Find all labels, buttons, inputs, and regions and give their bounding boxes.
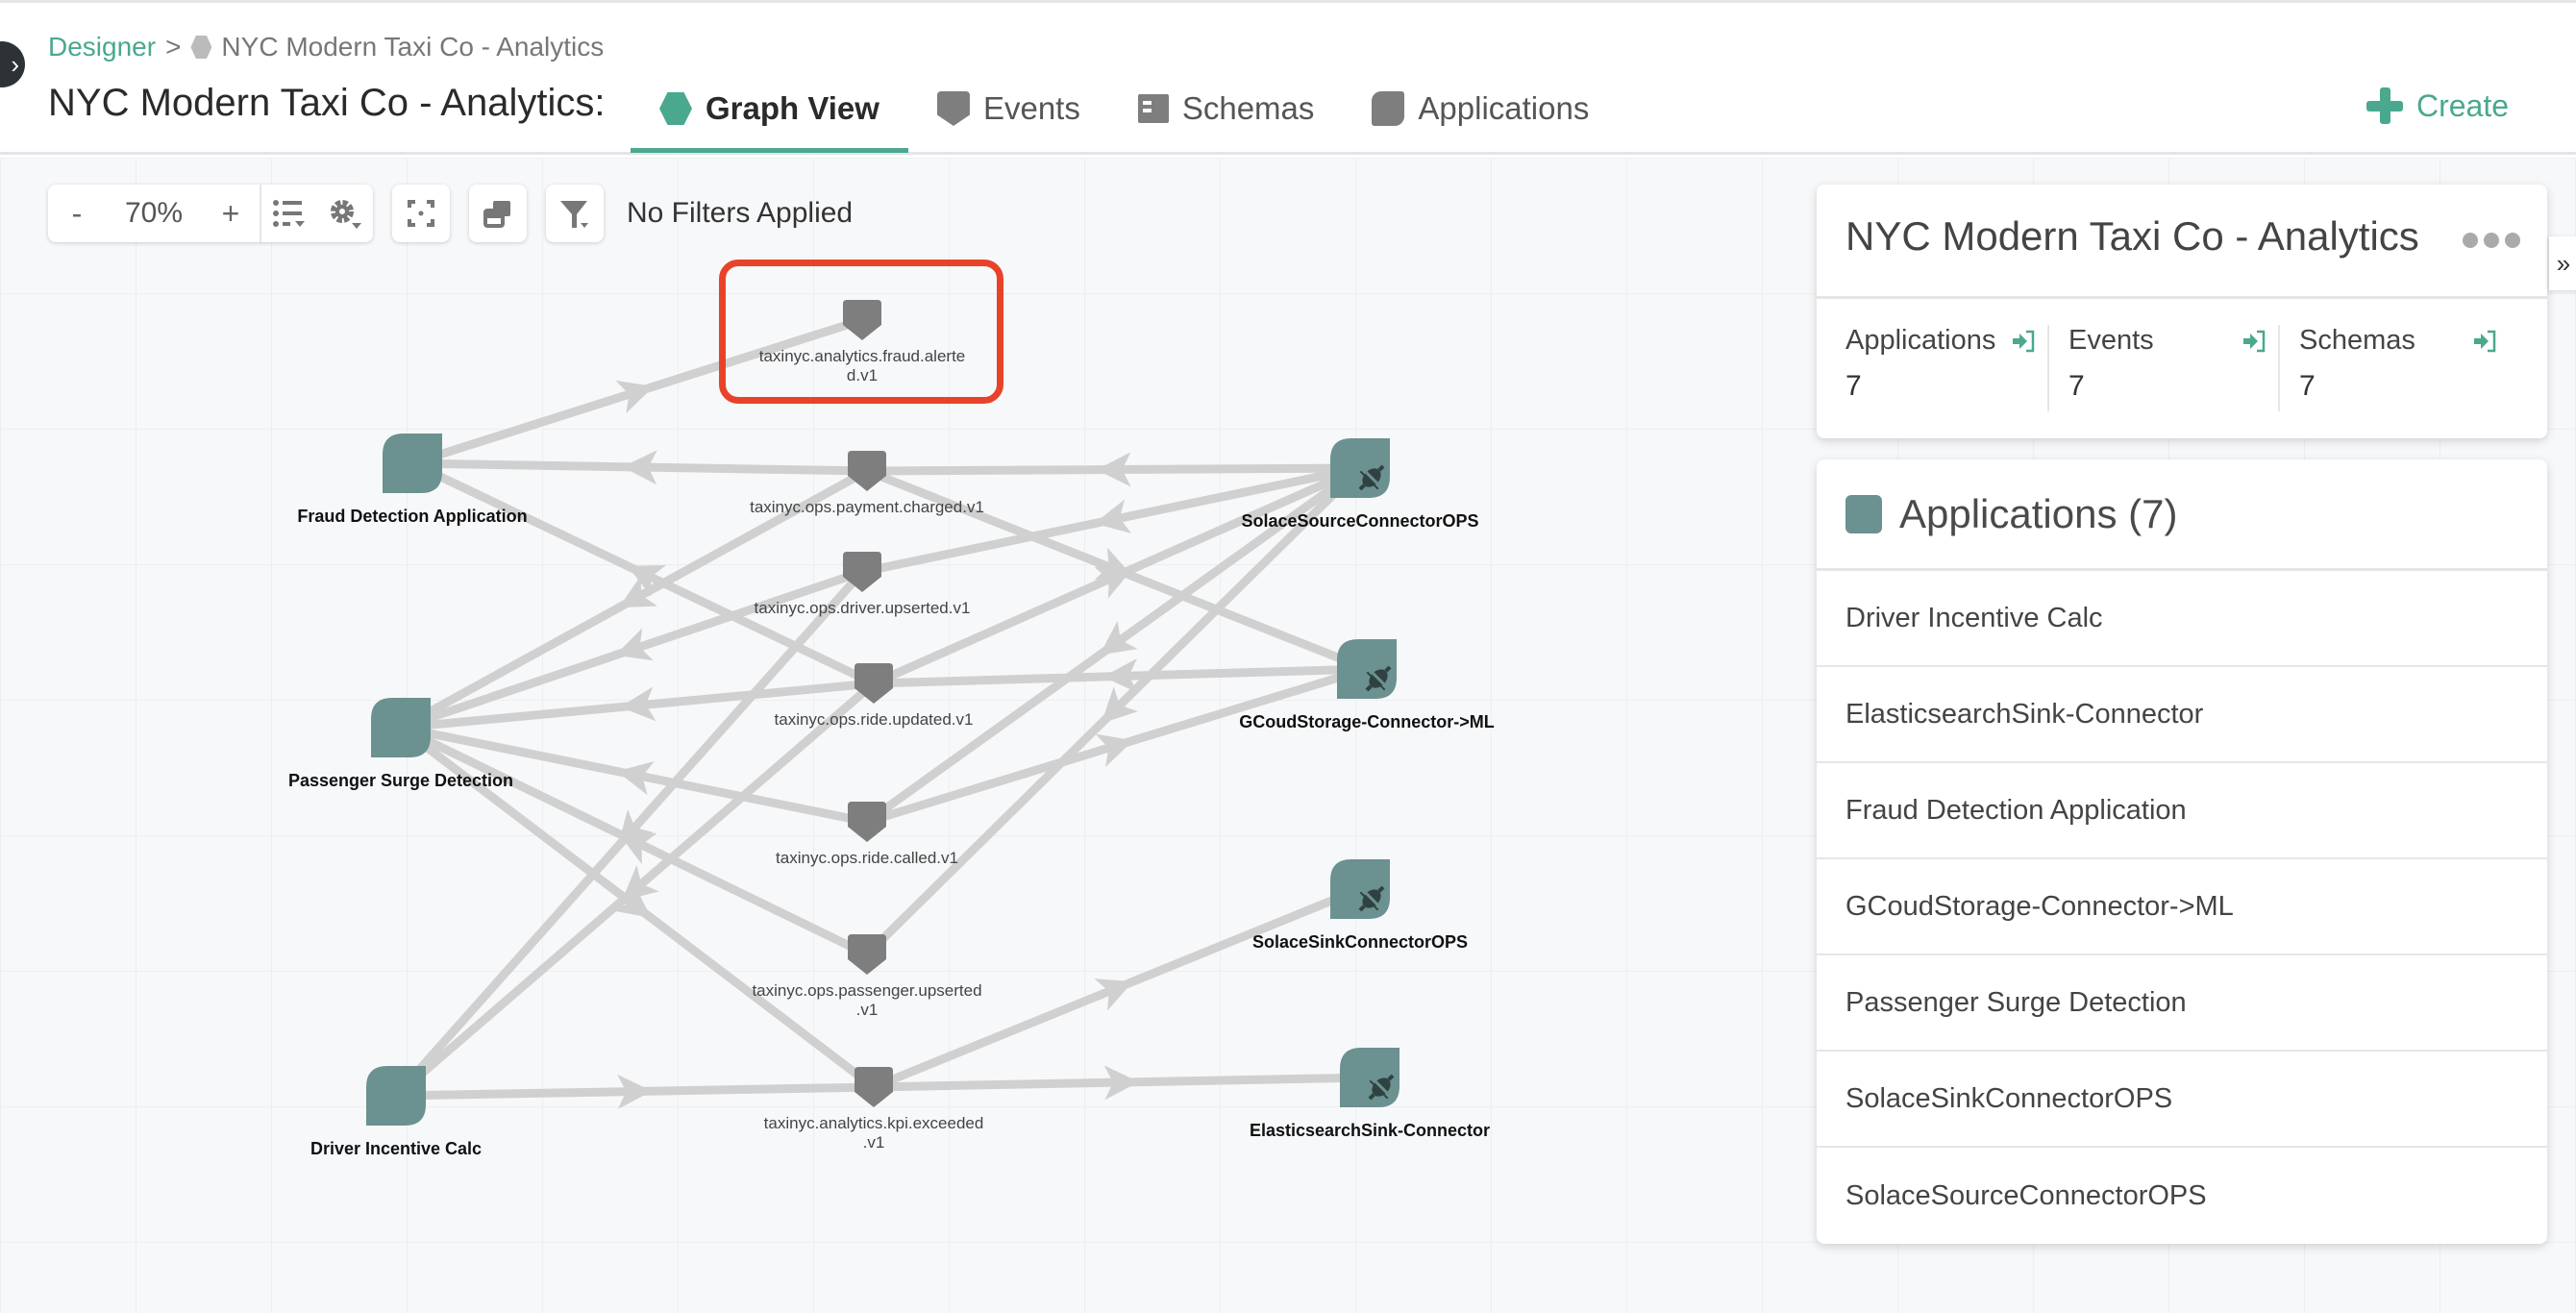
list-options-icon — [273, 200, 305, 227]
settings-button[interactable] — [317, 185, 373, 242]
edge-src-to-payment[interactable] — [866, 452, 1361, 487]
applications-title: Applications (7) — [1899, 490, 2178, 536]
applications-list: Driver Incentive Calc ElasticsearchSink-… — [1817, 571, 2547, 1244]
create-label: Create — [2415, 87, 2509, 123]
zoom-out-button[interactable]: - — [48, 185, 106, 242]
application-icon — [366, 1066, 426, 1126]
goto-icon[interactable] — [2242, 329, 2266, 354]
edge-payment-to-fraud[interactable] — [411, 450, 868, 485]
filter-status: No Filters Applied — [627, 197, 854, 229]
list-item[interactable]: SolaceSinkConnectorOPS — [1817, 1052, 2547, 1148]
edge-driver-to-kpi[interactable] — [395, 1074, 875, 1109]
edge-gcs-to-rideup[interactable] — [873, 657, 1368, 693]
list-item[interactable]: Passenger Surge Detection — [1817, 955, 2547, 1052]
event-node-payment[interactable]: taxinyc.ops.payment.charged.v1 — [750, 451, 984, 516]
list-item[interactable]: SolaceSourceConnectorOPS — [1817, 1148, 2547, 1244]
fit-screen-icon — [408, 200, 434, 227]
summary-title: NYC Modern Taxi Co - Analytics — [1845, 213, 2419, 259]
stat-schemas: Schemas 7 — [2278, 325, 2509, 411]
summary-stats: Applications 7 Events 7 Schemas 7 — [1817, 325, 2547, 411]
stat-applications: Applications 7 — [1817, 325, 2047, 411]
plus-icon — [2365, 87, 2403, 124]
connector-node-sink[interactable]: SolaceSinkConnectorOPS — [1252, 859, 1468, 952]
event-node-rideup[interactable]: taxinyc.ops.ride.updated.v1 — [775, 663, 974, 729]
list-item[interactable]: GCoudStorage-Connector->ML — [1817, 859, 2547, 955]
event-icon — [848, 802, 886, 842]
event-node-passup[interactable]: taxinyc.ops.passenger.upserted.v1 — [752, 934, 982, 1019]
application-icon — [371, 698, 431, 757]
event-label: taxinyc.analytics.kpi.exceeded — [764, 1114, 984, 1132]
event-label: taxinyc.ops.driver.upserted.v1 — [755, 599, 971, 617]
node-label: Driver Incentive Calc — [310, 1139, 482, 1158]
edge-kpi-to-es[interactable] — [873, 1065, 1371, 1101]
create-button[interactable]: Create — [2365, 87, 2509, 124]
collapse-panel-button[interactable]: » — [2549, 236, 2576, 290]
event-icon — [848, 934, 886, 975]
fit-view-button[interactable] — [392, 185, 450, 242]
double-chevron-right-icon: » — [2556, 248, 2571, 278]
gear-icon — [331, 200, 361, 229]
stat-events: Events 7 — [2047, 325, 2278, 411]
divider — [1817, 296, 2547, 299]
list-item[interactable]: Driver Incentive Calc — [1817, 571, 2547, 667]
event-label: taxinyc.ops.payment.charged.v1 — [750, 498, 984, 516]
list-item[interactable]: Fraud Detection Application — [1817, 763, 2547, 859]
zoom-in-button[interactable]: + — [202, 185, 260, 242]
zoom-controls: - 70% + — [48, 185, 373, 242]
event-icon — [848, 451, 886, 491]
highlight-annotation — [719, 260, 1003, 404]
layers-icon — [483, 201, 510, 228]
node-label: SolaceSinkConnectorOPS — [1252, 932, 1468, 952]
node-label: SolaceSourceConnectorOPS — [1241, 511, 1478, 531]
event-label: taxinyc.ops.passenger.upserted — [752, 981, 981, 1000]
event-node-kpi[interactable]: taxinyc.analytics.kpi.exceeded.v1 — [764, 1067, 984, 1152]
list-item[interactable]: ElasticsearchSink-Connector — [1817, 667, 2547, 763]
toggle-overlap-button[interactable] — [469, 185, 527, 242]
edge-ridecalled-to-gcs[interactable] — [865, 664, 1369, 827]
more-options-icon[interactable] — [2463, 233, 2520, 248]
filter-icon — [560, 201, 588, 228]
layout-options-button[interactable] — [261, 185, 317, 242]
node-label: GCoudStorage-Connector->ML — [1239, 712, 1495, 731]
application-node-driver[interactable]: Driver Incentive Calc — [310, 1066, 482, 1158]
node-label: Passenger Surge Detection — [288, 771, 513, 790]
stat-value: 7 — [2299, 370, 2316, 402]
goto-icon[interactable] — [2011, 329, 2036, 354]
stat-value: 7 — [1845, 370, 1862, 402]
event-label: .v1 — [856, 1001, 879, 1019]
application-node-fraud[interactable]: Fraud Detection Application — [297, 434, 528, 526]
filter-button[interactable] — [546, 185, 604, 242]
node-label: Fraud Detection Application — [297, 507, 527, 526]
summary-card: NYC Modern Taxi Co - Analytics Applicati… — [1817, 185, 2547, 438]
zoom-level: 70% — [124, 197, 184, 229]
graph-edges — [392, 315, 1371, 1109]
applications-header: Applications (7) — [1817, 459, 2547, 571]
application-icon — [1845, 494, 1882, 533]
node-label: ElasticsearchSink-Connector — [1250, 1121, 1490, 1140]
edge-passup-to-surge[interactable] — [399, 723, 869, 959]
event-node-driverup[interactable]: taxinyc.ops.driver.upserted.v1 — [755, 552, 971, 617]
connector-node-es[interactable]: ElasticsearchSink-Connector — [1250, 1048, 1490, 1140]
stat-value: 7 — [2068, 370, 2085, 402]
applications-panel: Applications (7) Driver Incentive Calc E… — [1817, 459, 2547, 1244]
event-label: .v1 — [863, 1133, 885, 1152]
event-label: taxinyc.ops.ride.updated.v1 — [775, 710, 974, 729]
event-icon — [855, 1067, 893, 1107]
graph-toolbar: - 70% + No Filters Applied — [48, 185, 853, 242]
connector-node-gcs[interactable]: GCoudStorage-Connector->ML — [1239, 639, 1495, 731]
goto-icon[interactable] — [2472, 329, 2497, 354]
event-label: taxinyc.ops.ride.called.v1 — [776, 849, 958, 867]
application-icon — [383, 434, 442, 493]
